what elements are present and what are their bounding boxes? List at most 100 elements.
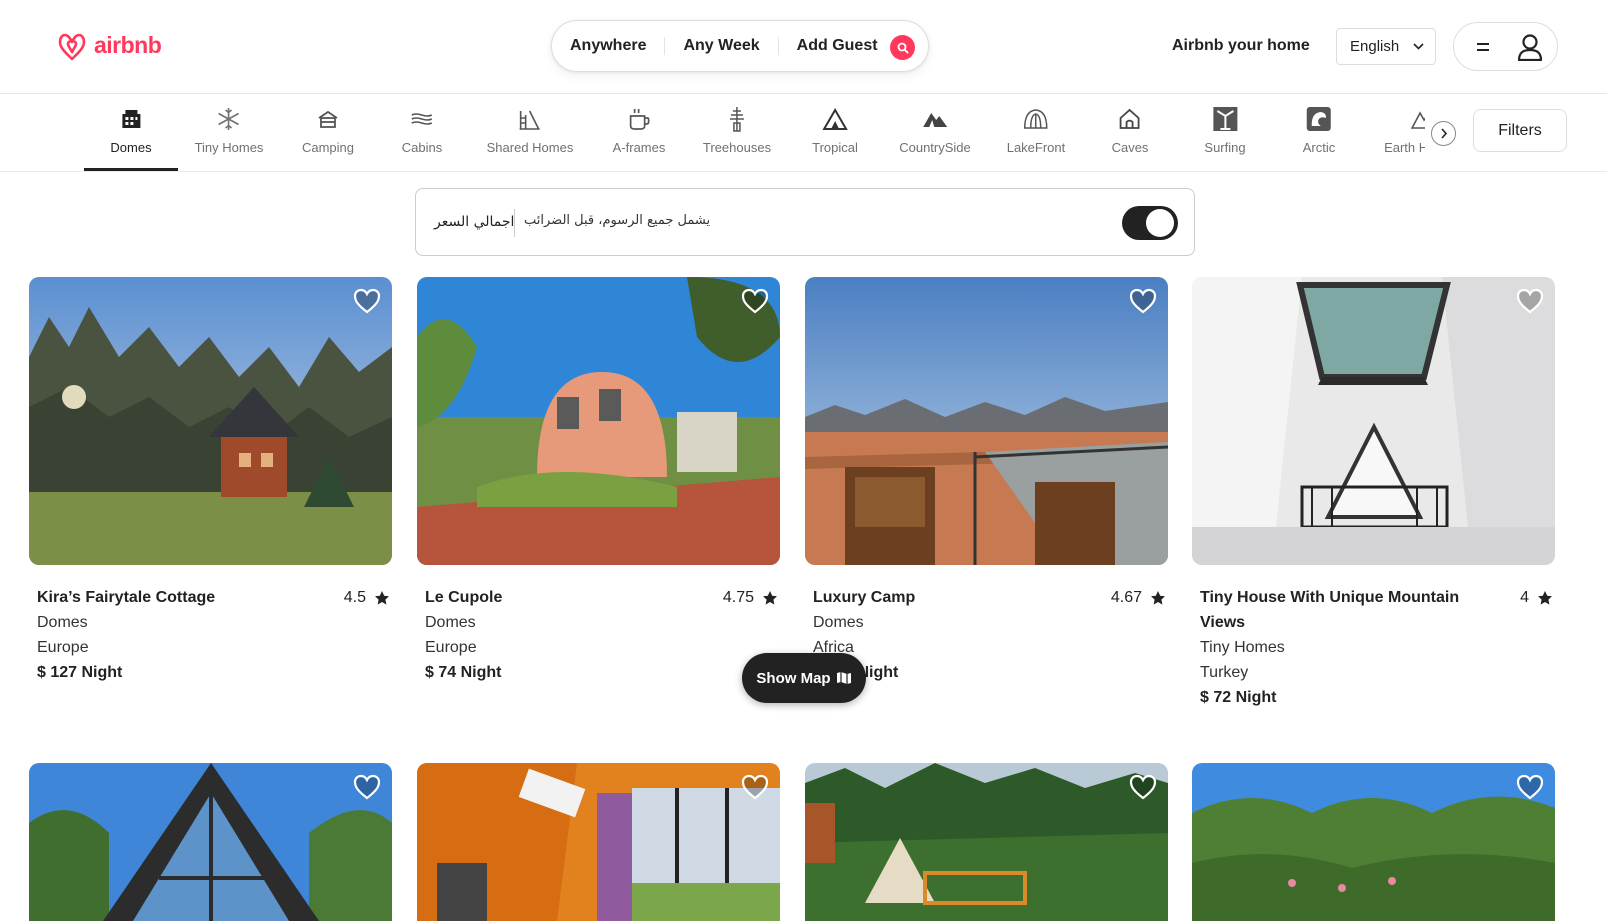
category-cabins[interactable]: Cabins (402, 106, 442, 155)
listing-category: Domes (425, 614, 476, 631)
category-label: Shared Homes (486, 140, 574, 155)
heart-icon[interactable] (740, 773, 770, 801)
listing-title: Tiny House With Unique Mountain Views (1200, 589, 1460, 631)
total-price-title: اجمالي السعر (434, 214, 515, 230)
category-shared-homes[interactable]: Shared Homes (486, 106, 574, 155)
heart-icon[interactable] (1128, 773, 1158, 801)
listing-rating: 4.75 (723, 585, 778, 610)
heart-icon[interactable] (740, 287, 770, 315)
listing-rating: 4.67 (1111, 585, 1166, 610)
star-icon (1538, 590, 1552, 605)
domes-icon (122, 110, 140, 128)
earth-homes-icon (1410, 111, 1425, 129)
listing-rating: 4.5 (344, 585, 390, 610)
chevron-down-icon (1413, 43, 1424, 50)
listing-card[interactable]: Le Cupole 4.75 Domes Europe $ 74 Night (417, 277, 780, 685)
category-a-frames[interactable]: A-frames (612, 106, 666, 155)
listing-card[interactable] (805, 763, 1168, 921)
chevron-right-icon (1440, 128, 1447, 139)
rating-value: 4.75 (722, 589, 754, 606)
category-tiny-homes[interactable]: Tiny Homes (195, 106, 263, 155)
language-value: English (1350, 38, 1400, 55)
show-map-button[interactable]: Show Map (742, 653, 866, 703)
listing-photo[interactable] (29, 763, 392, 921)
category-clip: Earth Homes (1365, 94, 1425, 172)
listing-photo[interactable] (417, 763, 780, 921)
filters-button[interactable]: Filters (1473, 109, 1567, 152)
airbnb-logo[interactable]: airbnb (56, 28, 162, 62)
map-icon (836, 672, 851, 684)
listing-photo[interactable] (417, 277, 780, 565)
total-price-subtitle: يشمل جميع الرسوم، قبل الضرائب (524, 213, 711, 228)
listing-photo[interactable] (1192, 763, 1555, 921)
category-bar: Domes Tiny Homes Camping Cabins Shared H… (0, 94, 1607, 172)
listing-location: Europe (37, 639, 89, 656)
search-add-guest[interactable]: Add Guest (779, 37, 896, 55)
airbnb-logo-icon (58, 33, 86, 61)
search-anywhere[interactable]: Anywhere (552, 37, 664, 55)
category-label: Arctic (1302, 140, 1336, 155)
listing-card[interactable]: Kira’s Fairytale Cottage 4.5 Domes Europ… (29, 277, 392, 685)
listing-price: $ 74 Night (425, 664, 502, 681)
header: airbnb Anywhere Any Week Add Guest Airbn… (0, 0, 1607, 94)
brand-name: airbnb (94, 31, 162, 58)
category-lakefront[interactable]: LakeFront (1006, 106, 1066, 155)
category-treehouses[interactable]: Treehouses (703, 106, 771, 155)
category-earth-homes[interactable]: Earth Homes (1384, 106, 1425, 155)
listing-card[interactable] (417, 763, 780, 921)
listing-title: Le Cupole (425, 589, 503, 606)
shared-homes-icon (520, 110, 540, 130)
category-label: A-frames (612, 140, 666, 155)
listing-card[interactable] (29, 763, 392, 921)
category-countryside[interactable]: CountrySide (899, 106, 971, 155)
category-scroll-next-button[interactable] (1431, 121, 1456, 146)
user-avatar-icon (1517, 33, 1543, 61)
snowflake-icon (218, 108, 240, 130)
divider (514, 209, 515, 237)
tropical-icon (822, 108, 848, 130)
toggle-knob (1146, 209, 1174, 237)
category-camping[interactable]: Camping (302, 106, 354, 155)
listing-info: Kira’s Fairytale Cottage 4.5 Domes Europ… (29, 565, 392, 685)
listing-photo[interactable] (805, 763, 1168, 921)
airbnb-your-home-link[interactable]: Airbnb your home (1172, 37, 1310, 55)
heart-icon[interactable] (352, 287, 382, 315)
lakefront-icon (1024, 109, 1048, 129)
search-any-week[interactable]: Any Week (664, 37, 779, 55)
total-price-toggle[interactable] (1122, 206, 1178, 240)
rating-value: 4.5 (343, 589, 366, 606)
heart-icon[interactable] (1515, 287, 1545, 315)
search-bar[interactable]: Anywhere Any Week Add Guest (551, 20, 929, 72)
category-arctic[interactable]: Arctic (1302, 106, 1336, 155)
listing-photo[interactable] (1192, 277, 1555, 565)
arctic-icon (1307, 107, 1331, 131)
listing-location: Turkey (1200, 664, 1249, 681)
listing-title: Luxury Camp (813, 589, 916, 606)
user-menu-button[interactable] (1453, 22, 1558, 71)
listing-photo[interactable] (29, 277, 392, 565)
countryside-icon (922, 113, 947, 127)
star-icon (763, 590, 777, 605)
listing-price: $ 127 Night (37, 664, 123, 681)
heart-icon[interactable] (1515, 773, 1545, 801)
language-select[interactable]: English (1336, 28, 1436, 65)
star-icon (1151, 590, 1165, 605)
listing-location: Africa (813, 639, 854, 656)
category-tropical[interactable]: Tropical (812, 106, 858, 155)
rating-value: 4 (1520, 589, 1529, 606)
a-frames-icon (630, 109, 650, 130)
search-button[interactable] (890, 35, 915, 60)
category-caves[interactable]: Caves (1112, 106, 1148, 155)
category-surfing[interactable]: Surfing (1204, 106, 1246, 155)
heart-icon[interactable] (352, 773, 382, 801)
listing-card[interactable] (1192, 763, 1555, 921)
rating-value: 4.67 (1110, 589, 1142, 606)
heart-icon[interactable] (1128, 287, 1158, 315)
listing-card[interactable]: Luxury Camp 4.67 Domes Africa $ 100 Nigh… (805, 277, 1168, 685)
category-domes[interactable]: Domes (110, 106, 152, 155)
listing-rating: 4 (1520, 585, 1553, 610)
category-label: LakeFront (1006, 140, 1066, 155)
listing-location: Europe (425, 639, 477, 656)
listing-card[interactable]: Tiny House With Unique Mountain Views 4 … (1192, 277, 1555, 710)
listing-photo[interactable] (805, 277, 1168, 565)
